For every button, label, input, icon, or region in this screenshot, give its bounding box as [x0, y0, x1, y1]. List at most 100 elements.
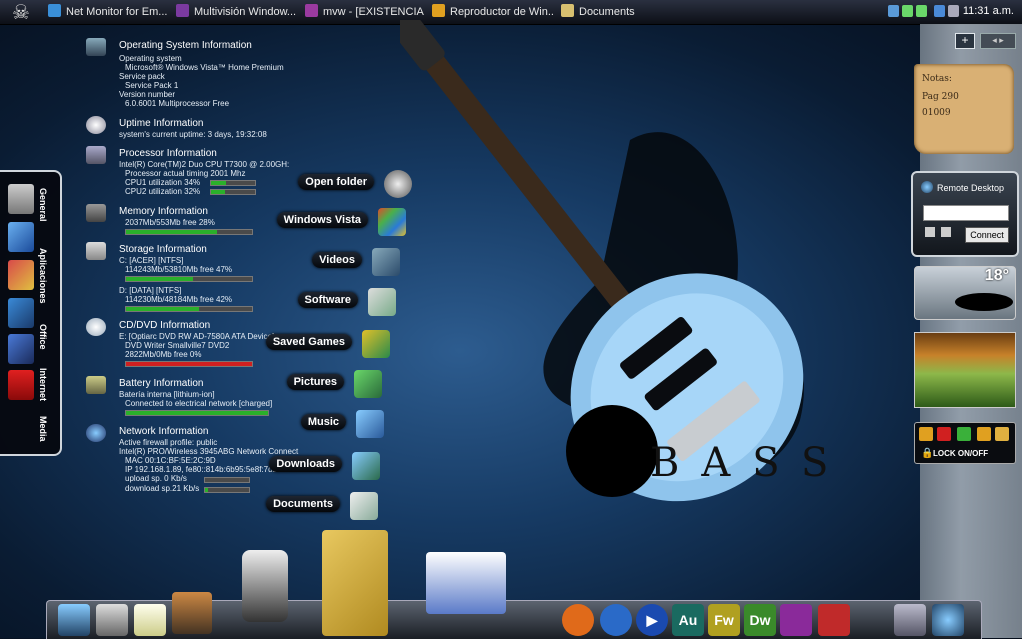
- launcher-tab-media[interactable]: Media: [38, 416, 48, 442]
- start-button[interactable]: ☠: [6, 2, 36, 26]
- download-bar-fill: [205, 488, 208, 492]
- mvw-icon: [305, 4, 318, 17]
- media-player-icon[interactable]: ▶: [636, 604, 668, 636]
- info-line: 114243Mb/53810Mb free 47%: [125, 265, 233, 274]
- projector-icon[interactable]: [96, 604, 128, 636]
- media-player-icon: [432, 4, 445, 17]
- folder-link-saved-games[interactable]: Saved Games: [265, 330, 390, 358]
- media-icon[interactable]: [8, 334, 34, 364]
- calculator-icon[interactable]: [8, 184, 34, 214]
- processor-icon: [86, 146, 106, 164]
- remote-desktop-title: Remote Desktop: [937, 183, 1005, 193]
- taskbar-item-media-player[interactable]: Reproductor de Win...: [432, 3, 554, 21]
- battery-bar-fill: [126, 411, 268, 415]
- downloads-folder-icon: [352, 452, 380, 480]
- audition-icon[interactable]: Au: [672, 604, 704, 636]
- remote-desktop-address-input[interactable]: [923, 205, 1009, 221]
- power-icon[interactable]: [937, 427, 951, 441]
- zune-player-icon[interactable]: [242, 550, 288, 622]
- settings-icon[interactable]: [957, 427, 971, 441]
- remote-option-icon[interactable]: [925, 227, 935, 237]
- explorer-window-icon[interactable]: [426, 552, 506, 614]
- weather-gadget[interactable]: 18°: [914, 266, 1016, 320]
- clock[interactable]: 11:31 a.m.: [963, 5, 1014, 17]
- remote-desktop-gadget: Remote Desktop Connect: [911, 171, 1019, 257]
- open-folder-icon: [384, 170, 412, 198]
- folder-link-videos[interactable]: Videos: [300, 248, 400, 276]
- computer-icon[interactable]: [58, 604, 90, 636]
- side-launcher: General Aplicaciones Office Internet Med…: [0, 170, 62, 456]
- task-label: Reproductor de Win...: [450, 6, 554, 18]
- download-bar: [204, 487, 250, 493]
- multivision-icon[interactable]: [780, 604, 812, 636]
- info-line: download sp.21 Kb/s: [125, 484, 200, 493]
- cpu2-bar: [210, 189, 256, 195]
- folder-link-open-folder[interactable]: Open folder: [296, 170, 412, 198]
- weather-temperature: 18°: [984, 267, 1009, 284]
- globe-icon: [86, 424, 106, 442]
- taskbar-item-net-monitor[interactable]: Net Monitor for Em...: [48, 3, 168, 21]
- os-icon: [86, 38, 106, 56]
- remote-desktop-icon: [921, 181, 933, 193]
- folder-link-software[interactable]: Software: [292, 288, 396, 316]
- folder-link-pictures[interactable]: Pictures: [286, 370, 382, 398]
- battery-bar: [125, 410, 269, 416]
- messenger-tray-icon[interactable]: [916, 5, 927, 17]
- redacted-location: [955, 293, 1013, 311]
- launcher-tab-office[interactable]: Office: [38, 324, 48, 350]
- notes-gadget[interactable]: Notas: Pag 290 01009: [914, 64, 1014, 154]
- task-label: mvw - [EXISTENCIA ...: [323, 6, 425, 18]
- launcher-tab-internet[interactable]: Internet: [38, 368, 48, 401]
- taskbar-item-mvw[interactable]: mvw - [EXISTENCIA ...: [305, 3, 425, 21]
- brushes-icon[interactable]: [8, 260, 34, 290]
- messenger-tray-icon[interactable]: [902, 5, 913, 17]
- folder-link-downloads[interactable]: Downloads: [269, 452, 380, 480]
- firefox-icon[interactable]: [562, 604, 594, 636]
- task-label: Documents: [579, 6, 635, 18]
- launcher-tab-general[interactable]: General: [38, 188, 48, 222]
- taskbar-item-documents[interactable]: Documents: [561, 3, 651, 21]
- info-line: CPU2 utilization 32%: [125, 187, 201, 196]
- cpu1-bar: [210, 180, 256, 186]
- connect-button[interactable]: Connect: [965, 227, 1009, 243]
- os-info-title: Operating System Information: [119, 40, 252, 51]
- remote-option-icon[interactable]: [941, 227, 951, 237]
- volume-icon[interactable]: [948, 5, 959, 17]
- edit-icon[interactable]: [977, 427, 991, 441]
- folder-link-music[interactable]: Music: [300, 410, 384, 438]
- globe-icon[interactable]: [600, 604, 632, 636]
- folder-link-documents[interactable]: Documents: [266, 492, 378, 520]
- pdf-icon[interactable]: [8, 370, 34, 400]
- photos-icon[interactable]: [172, 592, 212, 634]
- app-blue-icon[interactable]: [8, 222, 34, 252]
- drive-c-bar: [125, 276, 253, 282]
- slideshow-gadget[interactable]: [914, 332, 1016, 408]
- info-line: Connected to electrical network [charged…: [125, 399, 273, 408]
- task-label: Net Monitor for Em...: [66, 6, 168, 18]
- saved-games-folder-icon: [362, 330, 390, 358]
- upload-bar: [204, 477, 250, 483]
- note-line: 01009: [922, 108, 951, 118]
- documents-dock-folder-icon[interactable]: [322, 530, 388, 636]
- sidebar-nav-buttons[interactable]: ◂ ▸: [980, 33, 1016, 49]
- visual-c-icon[interactable]: [818, 604, 850, 636]
- windows-folder-icon: [378, 208, 406, 236]
- folder-icon[interactable]: [995, 427, 1009, 441]
- launcher-tab-aplicaciones[interactable]: Aplicaciones: [38, 248, 48, 304]
- notes-icon[interactable]: [134, 604, 166, 636]
- multivision-icon: [176, 4, 189, 17]
- drive-c-bar-fill: [126, 277, 193, 281]
- network-icon[interactable]: [932, 604, 964, 636]
- lock-toggle-label[interactable]: LOCK ON/OFF: [933, 449, 988, 458]
- network-tray-icon[interactable]: [888, 5, 899, 17]
- recycle-bin-icon[interactable]: [894, 604, 926, 636]
- office-icon[interactable]: [8, 298, 34, 328]
- add-gadget-button[interactable]: +: [955, 33, 975, 49]
- user-icon[interactable]: [919, 427, 933, 441]
- connection-tray-icon[interactable]: [934, 5, 945, 17]
- fireworks-icon[interactable]: Fw: [708, 604, 740, 636]
- folder-link-windows-vista[interactable]: Windows Vista: [270, 208, 406, 236]
- dreamweaver-icon[interactable]: Dw: [744, 604, 776, 636]
- taskbar-item-multivision[interactable]: Multivisión Window...: [176, 3, 298, 21]
- cddvd-title: CD/DVD Information: [119, 320, 211, 331]
